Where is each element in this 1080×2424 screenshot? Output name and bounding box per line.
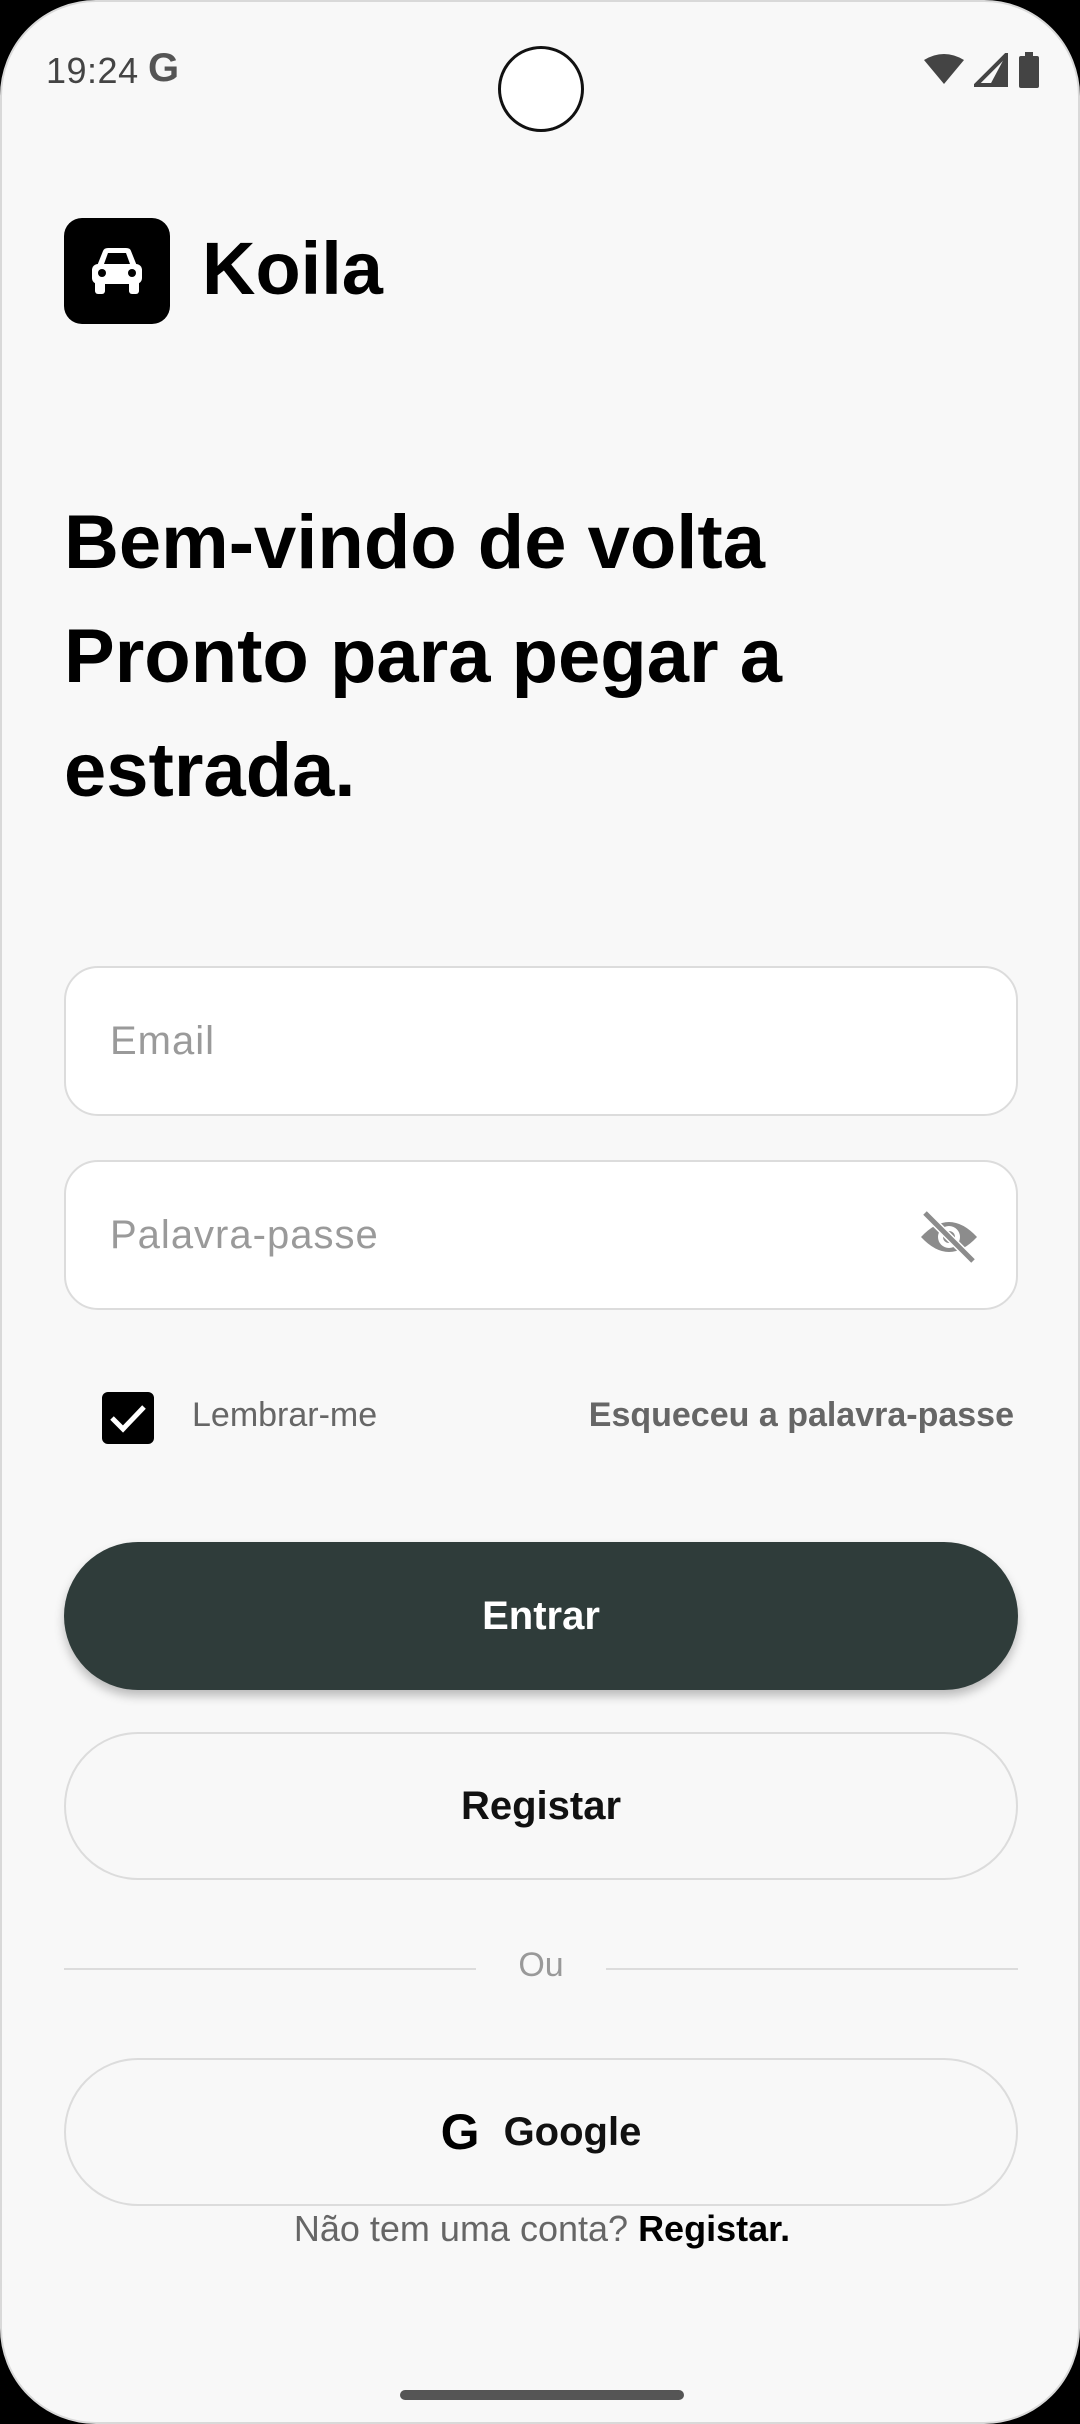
status-bar: 19:24 G: [2, 2, 1078, 142]
password-visibility-toggle[interactable]: [916, 1204, 982, 1270]
google-button-label: Google: [503, 2109, 642, 2154]
signal-icon: [974, 53, 1008, 87]
register-button-label: Registar: [460, 1783, 622, 1828]
gesture-bar[interactable]: [400, 2390, 684, 2400]
wifi-icon: [924, 54, 964, 84]
greeting-line-1: Bem-vindo de volta: [64, 500, 765, 585]
email-field-container: [64, 966, 1018, 1116]
greeting-line-2: Pronto para pegar a estrada.: [64, 614, 782, 813]
signup-prompt-text: Não tem uma conta?: [293, 2208, 629, 2249]
divider-label: Ou: [518, 1946, 564, 1984]
register-button[interactable]: Registar: [64, 1732, 1018, 1880]
car-icon: [92, 248, 142, 294]
divider-right: [606, 1968, 1018, 1970]
remember-checkbox[interactable]: [102, 1392, 154, 1444]
google-status-icon: G: [148, 46, 180, 90]
status-time: 19:24: [46, 50, 139, 91]
greeting-heading: Bem-vindo de volta Pronto para pegar a e…: [64, 486, 964, 828]
google-icon: G: [440, 2104, 480, 2160]
login-button-label: Entrar: [482, 1593, 600, 1638]
password-input[interactable]: [110, 1212, 890, 1258]
camera-cutout: [498, 46, 584, 132]
battery-icon: [1019, 52, 1039, 88]
login-button[interactable]: Entrar: [64, 1542, 1018, 1690]
status-icons: [924, 52, 1040, 88]
checkmark-icon: [110, 1405, 146, 1433]
forgot-password-link[interactable]: Esqueceu a palavra-passe: [589, 1396, 1014, 1435]
divider-left: [64, 1968, 476, 1970]
signup-prompt: Não tem uma conta? Registar.: [2, 2208, 1078, 2250]
login-screen: 19:24 G Koila Bem-vindo de volta Pronto …: [0, 0, 1080, 2424]
remember-label[interactable]: Lembrar-me: [192, 1396, 377, 1435]
email-input[interactable]: [110, 1018, 890, 1064]
signup-link[interactable]: Registar.: [638, 2208, 790, 2249]
eye-off-icon: [921, 1211, 977, 1263]
app-name: Koila: [202, 227, 383, 310]
app-logo: [64, 218, 170, 324]
google-signin-button[interactable]: G Google: [64, 2058, 1018, 2206]
password-field-container: [64, 1160, 1018, 1310]
